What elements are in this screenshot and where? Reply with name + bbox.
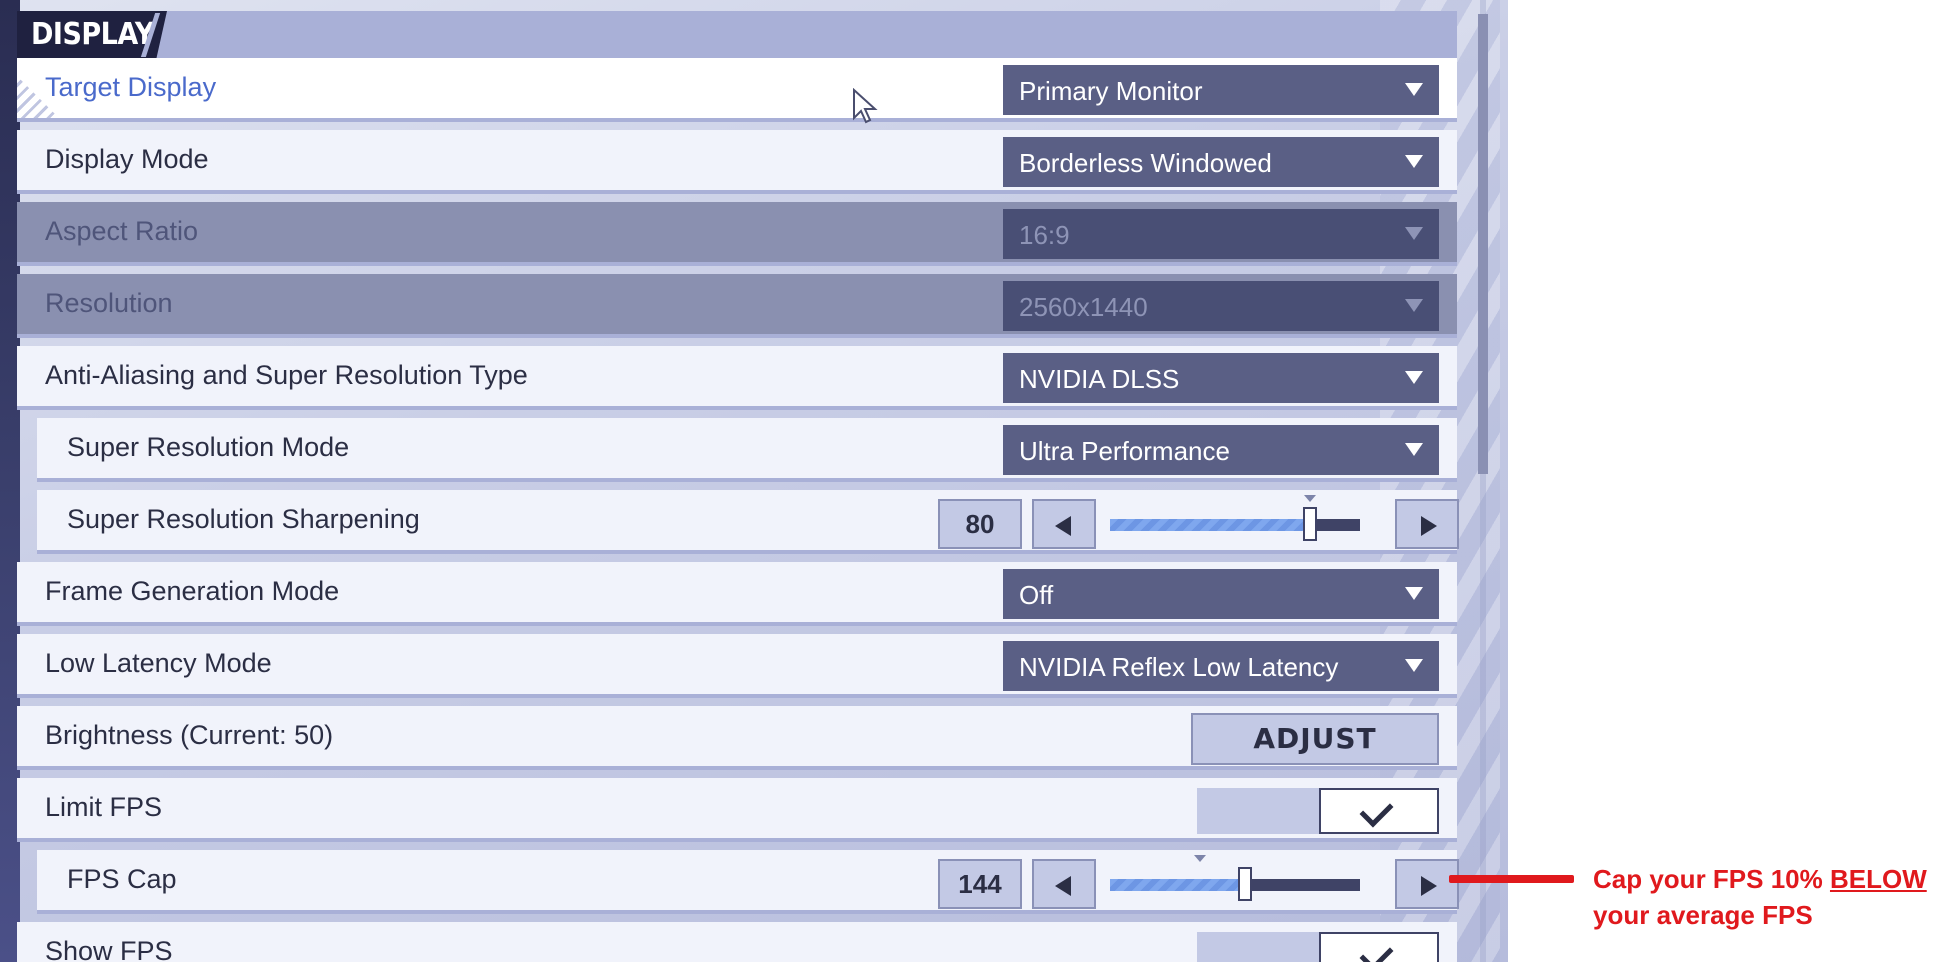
annotation-text-1: Cap your FPS 10% — [1593, 864, 1830, 894]
anti-aliasing-dropdown[interactable]: NVIDIA DLSS — [1003, 353, 1439, 403]
sharpening-decrease-button[interactable] — [1032, 499, 1096, 549]
setting-row-resolution: Resolution 2560x1440 — [17, 274, 1457, 338]
chevron-down-icon — [1405, 227, 1423, 240]
scrollbar-thumb[interactable] — [1478, 14, 1488, 474]
dropdown-value: NVIDIA Reflex Low Latency — [1019, 652, 1339, 682]
setting-row-show-fps[interactable]: Show FPS — [17, 922, 1457, 962]
show-fps-toggle[interactable] — [1197, 932, 1439, 962]
setting-row-aspect-ratio: Aspect Ratio 16:9 — [17, 202, 1457, 266]
setting-label: Super Resolution Sharpening — [67, 504, 420, 534]
slider-fill — [1110, 879, 1245, 891]
setting-row-low-latency[interactable]: Low Latency Mode NVIDIA Reflex Low Laten… — [17, 634, 1457, 698]
setting-row-fps-cap[interactable]: FPS Cap 144 — [37, 850, 1459, 914]
dropdown-value: Primary Monitor — [1019, 76, 1203, 106]
setting-row-brightness[interactable]: Brightness (Current: 50) ADJUST — [17, 706, 1457, 770]
section-header: DISPLAY — [17, 11, 1457, 58]
slider-fill — [1110, 519, 1310, 531]
chevron-down-icon — [1405, 371, 1423, 384]
checkmark-icon — [1359, 937, 1394, 962]
annotation-text-2: your average FPS — [1593, 900, 1813, 930]
setting-row-super-resolution-mode[interactable]: Super Resolution Mode Ultra Performance — [37, 418, 1457, 482]
annotation-callout: Cap your FPS 10% BELOW your average FPS — [1593, 861, 1933, 933]
chevron-down-icon — [1405, 155, 1423, 168]
setting-row-display-mode[interactable]: Display Mode Borderless Windowed — [17, 130, 1457, 194]
setting-label: Show FPS — [45, 936, 173, 962]
display-mode-dropdown[interactable]: Borderless Windowed — [1003, 137, 1439, 187]
fps-cap-value: 144 — [938, 859, 1022, 909]
sharpening-increase-button[interactable] — [1395, 499, 1459, 549]
dropdown-value: 16:9 — [1019, 220, 1070, 250]
low-latency-dropdown[interactable]: NVIDIA Reflex Low Latency — [1003, 641, 1439, 691]
setting-label: Target Display — [45, 72, 217, 102]
fps-cap-decrease-button[interactable] — [1032, 859, 1096, 909]
chevron-down-icon — [1405, 83, 1423, 96]
setting-label: Limit FPS — [45, 792, 163, 822]
chevron-down-icon — [1405, 443, 1423, 456]
setting-label: Aspect Ratio — [45, 216, 199, 246]
section-tab: DISPLAY — [17, 11, 167, 58]
checkbox[interactable] — [1319, 788, 1439, 834]
frame-generation-dropdown[interactable]: Off — [1003, 569, 1439, 619]
setting-label: Display Mode — [45, 144, 209, 174]
sharpening-slider[interactable] — [1110, 495, 1360, 541]
arrow-right-icon — [1421, 876, 1437, 896]
default-marker-icon — [1304, 495, 1316, 502]
dropdown-value: Borderless Windowed — [1019, 148, 1272, 178]
section-title: DISPLAY — [31, 17, 154, 52]
annotation-emphasis: BELOW — [1829, 864, 1927, 894]
setting-label: Super Resolution Mode — [67, 432, 350, 462]
setting-row-super-resolution-sharpening[interactable]: Super Resolution Sharpening 80 — [37, 490, 1459, 554]
fps-cap-slider[interactable] — [1110, 855, 1360, 901]
dropdown-value: Off — [1019, 580, 1054, 610]
aspect-ratio-dropdown: 16:9 — [1003, 209, 1439, 259]
setting-label: Anti-Aliasing and Super Resolution Type — [45, 360, 528, 390]
limit-fps-toggle[interactable] — [1197, 788, 1439, 834]
arrow-left-icon — [1055, 516, 1071, 536]
chevron-down-icon — [1405, 299, 1423, 312]
checkmark-icon — [1359, 793, 1394, 828]
sharpening-value: 80 — [938, 499, 1022, 549]
setting-row-target-display[interactable]: Target Display Primary Monitor — [17, 58, 1457, 122]
game-settings-panel: DISPLAY Target Display Primary Monitor D… — [0, 0, 1508, 962]
dropdown-value: NVIDIA DLSS — [1019, 364, 1180, 394]
slider-thumb[interactable] — [1303, 507, 1317, 541]
checkbox[interactable] — [1319, 932, 1439, 962]
setting-label: Brightness (Current: 50) — [45, 720, 334, 750]
setting-row-anti-aliasing[interactable]: Anti-Aliasing and Super Resolution Type … — [17, 346, 1457, 410]
chevron-down-icon — [1405, 659, 1423, 672]
setting-label: Low Latency Mode — [45, 648, 272, 678]
adjust-brightness-button[interactable]: ADJUST — [1191, 713, 1439, 765]
setting-row-limit-fps[interactable]: Limit FPS — [17, 778, 1457, 842]
arrow-left-icon — [1055, 876, 1071, 896]
setting-row-frame-generation[interactable]: Frame Generation Mode Off — [17, 562, 1457, 626]
chevron-down-icon — [1405, 587, 1423, 600]
setting-label: Frame Generation Mode — [45, 576, 340, 606]
default-marker-icon — [1194, 855, 1206, 862]
dropdown-value: Ultra Performance — [1019, 436, 1230, 466]
slider-thumb[interactable] — [1238, 867, 1252, 901]
fps-cap-increase-button[interactable] — [1395, 859, 1459, 909]
setting-label: Resolution — [45, 288, 173, 318]
dropdown-value: 2560x1440 — [1019, 292, 1148, 322]
target-display-dropdown[interactable]: Primary Monitor — [1003, 65, 1439, 115]
setting-label: FPS Cap — [67, 864, 177, 894]
super-resolution-mode-dropdown[interactable]: Ultra Performance — [1003, 425, 1439, 475]
resolution-dropdown: 2560x1440 — [1003, 281, 1439, 331]
annotation-pointer-line — [1449, 875, 1574, 883]
arrow-right-icon — [1421, 516, 1437, 536]
